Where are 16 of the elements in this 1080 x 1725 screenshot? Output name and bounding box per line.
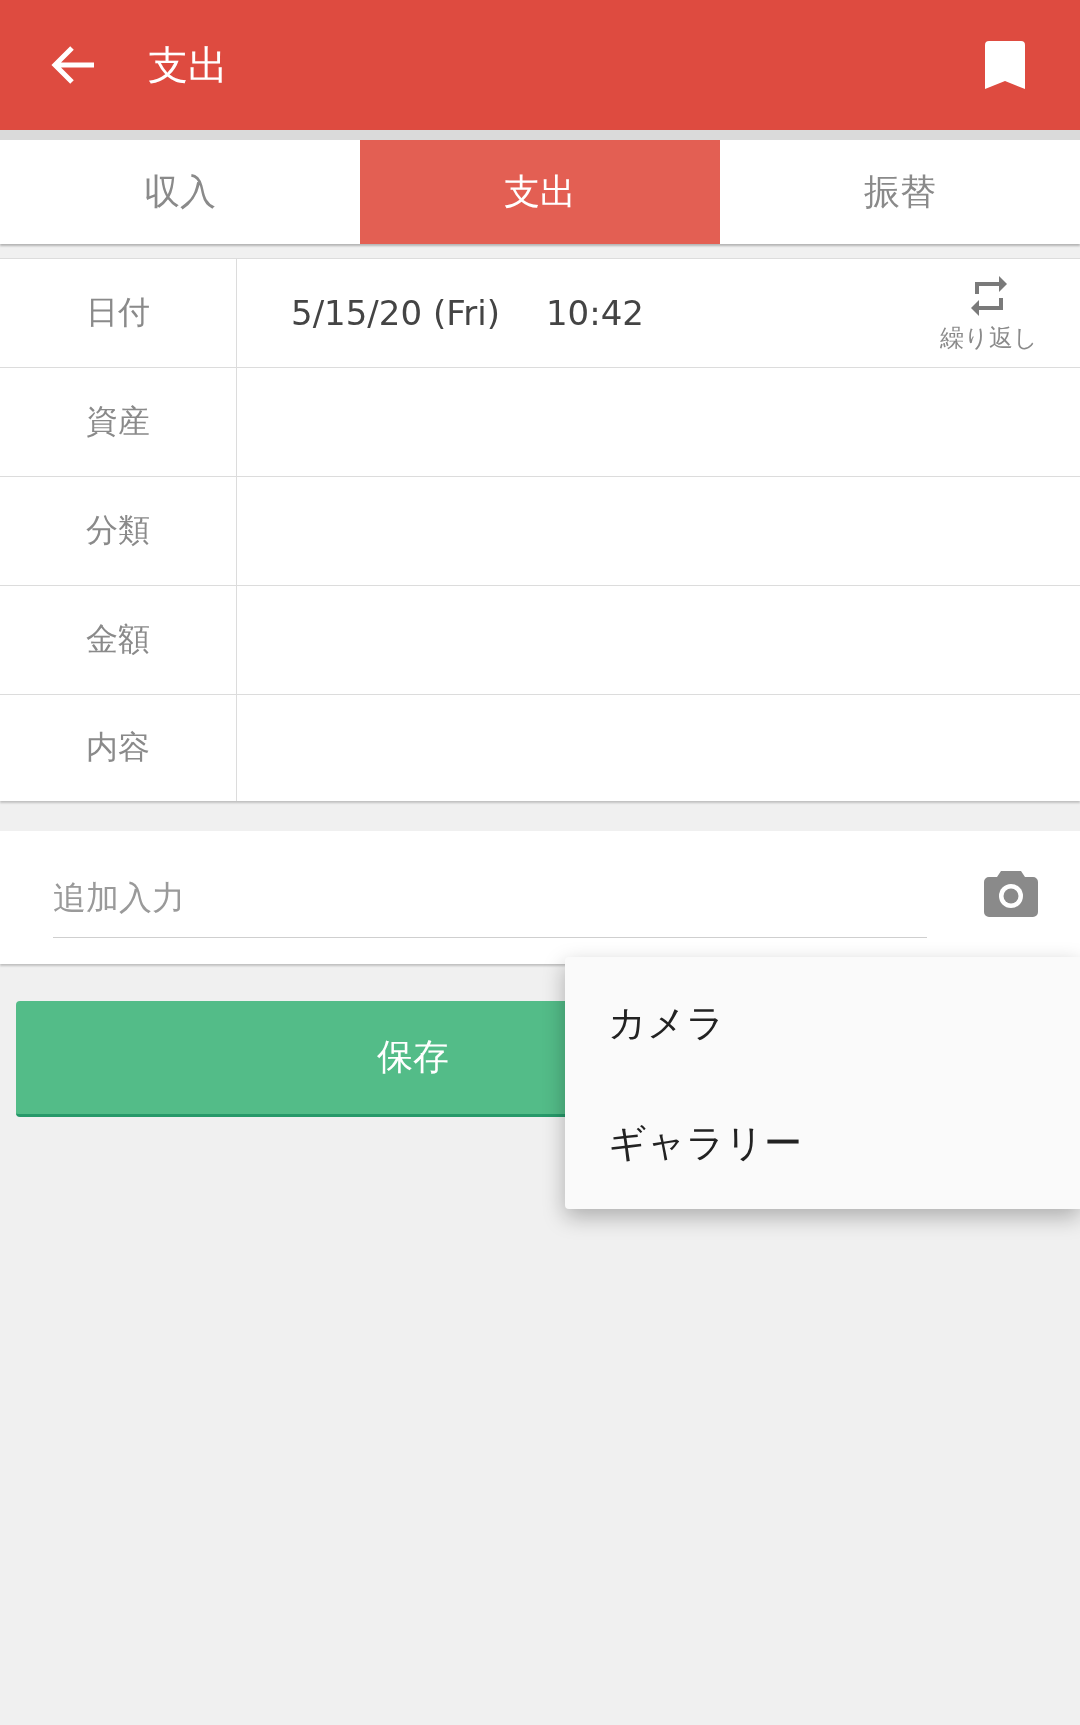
time-value[interactable]: 10:42 xyxy=(545,293,644,333)
repeat-button[interactable]: 繰り返し xyxy=(940,272,1038,354)
tab[interactable]: 収入 xyxy=(0,140,360,244)
field-label: 金額 xyxy=(86,619,150,660)
bookmark-icon[interactable] xyxy=(985,41,1025,89)
back-arrow-icon[interactable] xyxy=(50,45,96,85)
field-label: 資産 xyxy=(86,401,150,442)
field-label: 分類 xyxy=(86,510,150,551)
date-value[interactable]: 5/15/20 (Fri) xyxy=(291,293,500,333)
tab[interactable]: 支出 xyxy=(360,140,720,244)
input-field[interactable]: 追加入力 xyxy=(53,867,927,927)
field-label: 内容 xyxy=(86,727,150,768)
screen-title: 支出 xyxy=(148,45,228,85)
field-label: 日付 xyxy=(86,292,150,333)
camera-icon[interactable] xyxy=(984,869,1038,917)
tab[interactable]: 振替 xyxy=(720,140,1080,244)
